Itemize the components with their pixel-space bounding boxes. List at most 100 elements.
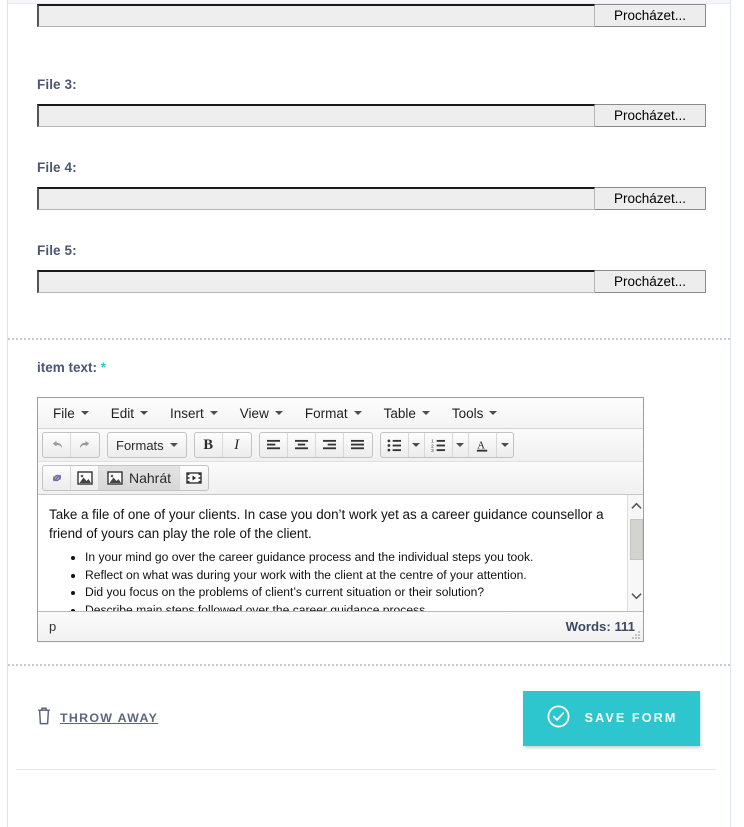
editor-toolbar-row-2: Nahrát	[38, 462, 643, 495]
upload-button[interactable]: Nahrát	[99, 466, 181, 490]
file-upload-section: Procházet... File 3: Procházet... File 4…	[8, 4, 730, 338]
chevron-down-icon	[80, 411, 89, 415]
file-input-group-3[interactable]: Procházet...	[37, 104, 706, 127]
form-content: Procházet... File 3: Procházet... File 4…	[8, 4, 730, 770]
editor-field-label: item text: *	[37, 360, 730, 375]
file-input-group-4[interactable]: Procházet...	[37, 187, 706, 210]
editor-bullet-list: In your mind go over the career guidance…	[49, 549, 616, 611]
italic-button[interactable]: I	[223, 433, 251, 457]
menu-tools[interactable]: Tools	[441, 400, 509, 426]
upload-button-label: Nahrát	[129, 470, 172, 486]
chevron-down-icon	[500, 443, 509, 447]
rich-text-editor: File Edit Insert View Format Table Tools…	[37, 397, 644, 642]
list-group: 123 A	[379, 432, 514, 458]
menu-view[interactable]: View	[229, 400, 294, 426]
menu-insert[interactable]: Insert	[159, 400, 229, 426]
file-label-3: File 3:	[37, 77, 77, 92]
menu-tools-label: Tools	[451, 405, 484, 421]
file-browse-button-4[interactable]: Procházet...	[595, 187, 706, 210]
numbered-list-icon[interactable]: 123	[425, 433, 453, 457]
file-path-input-3[interactable]	[37, 104, 595, 127]
chevron-down-icon	[412, 443, 421, 447]
menu-view-label: View	[239, 405, 269, 421]
file-path-input-4[interactable]	[37, 187, 595, 210]
align-left-icon[interactable]	[260, 433, 288, 457]
trash-icon	[37, 706, 51, 730]
resize-grip-icon[interactable]	[630, 629, 641, 640]
undo-icon[interactable]	[43, 433, 71, 457]
svg-text:3: 3	[431, 448, 434, 452]
align-right-icon[interactable]	[316, 433, 344, 457]
discard-label: THROW AWAY	[60, 711, 159, 725]
file-upload-row-5: File 5: Procházet...	[8, 243, 730, 293]
chevron-down-icon	[274, 411, 283, 415]
editor-menubar: File Edit Insert View Format Table Tools	[38, 398, 643, 429]
menu-table-label: Table	[383, 405, 416, 421]
footer-bottom-rule	[16, 769, 716, 770]
bold-button[interactable]: B	[195, 433, 223, 457]
menu-edit-label: Edit	[110, 405, 135, 421]
media-icon[interactable]	[180, 466, 208, 490]
file-browse-button-5[interactable]: Procházet...	[595, 270, 706, 293]
scrollbar-thumb[interactable]	[630, 519, 643, 560]
insert-media-group: Nahrát	[42, 465, 210, 491]
editor-bullet-item: Reflect on what was during your work wit…	[85, 567, 616, 585]
chevron-down-icon	[209, 411, 218, 415]
editor-scrollbar[interactable]	[627, 495, 643, 611]
chevron-down-icon	[353, 411, 362, 415]
link-icon[interactable]	[43, 466, 71, 490]
align-justify-icon[interactable]	[344, 433, 372, 457]
menu-file[interactable]: File	[42, 400, 100, 426]
check-circle-icon	[546, 704, 571, 732]
element-path[interactable]: p	[49, 619, 56, 634]
scroll-up-icon[interactable]	[628, 497, 643, 514]
file-upload-row: Procházet...	[8, 4, 730, 27]
scroll-down-icon[interactable]	[628, 587, 643, 604]
save-form-label: SAVE FORM	[584, 711, 678, 725]
editor-bullet-item: Did you focus on the problems of client’…	[85, 584, 616, 602]
numbered-list-dropdown[interactable]	[453, 433, 469, 457]
editor-content-area[interactable]: Take a file of one of your clients. In c…	[38, 495, 643, 612]
file-input-group[interactable]: Procházet...	[37, 4, 706, 27]
editor-bullet-item: Describe main steps followed over the ca…	[85, 602, 616, 611]
file-upload-row-4: File 4: Procházet...	[8, 160, 730, 210]
menu-format[interactable]: Format	[294, 400, 373, 426]
text-color-dropdown[interactable]	[497, 433, 513, 457]
editor-section: item text: * File Edit Insert View Forma…	[8, 340, 730, 664]
bullet-list-icon[interactable]	[381, 433, 409, 457]
save-form-button[interactable]: SAVE FORM	[523, 690, 700, 746]
menu-edit[interactable]: Edit	[100, 400, 159, 426]
container-right-border	[730, 0, 731, 827]
file-input-group-5[interactable]: Procházet...	[37, 270, 706, 293]
file-label-4: File 4:	[37, 160, 77, 175]
formats-group: Formats	[107, 432, 187, 458]
file-browse-button[interactable]: Procházet...	[595, 4, 706, 27]
formats-dropdown[interactable]: Formats	[108, 433, 186, 457]
bullet-list-dropdown[interactable]	[409, 433, 425, 457]
file-path-input[interactable]	[37, 4, 595, 27]
file-browse-button-3[interactable]: Procházet...	[595, 104, 706, 127]
chevron-down-icon	[169, 443, 178, 447]
image-icon[interactable]	[71, 466, 99, 490]
editor-document[interactable]: Take a file of one of your clients. In c…	[38, 495, 630, 611]
history-group	[42, 432, 100, 458]
file-upload-row-3: File 3: Procházet...	[8, 77, 730, 127]
align-center-icon[interactable]	[288, 433, 316, 457]
chevron-down-icon	[489, 411, 498, 415]
menu-table[interactable]: Table	[373, 400, 441, 426]
editor-bullet-item: In your mind go over the career guidance…	[85, 549, 616, 567]
editor-label-text: item text:	[37, 360, 98, 375]
text-color-icon[interactable]: A	[469, 433, 497, 457]
editor-paragraph: Take a file of one of your clients. In c…	[49, 507, 604, 542]
form-action-bar: THROW AWAY SAVE FORM	[8, 666, 730, 770]
redo-icon[interactable]	[71, 433, 99, 457]
chevron-down-icon	[456, 443, 465, 447]
editor-statusbar: p Words: 111	[38, 612, 643, 641]
word-count: Words: 111	[565, 619, 635, 634]
file-path-input-5[interactable]	[37, 270, 595, 293]
discard-link[interactable]: THROW AWAY	[37, 706, 159, 730]
